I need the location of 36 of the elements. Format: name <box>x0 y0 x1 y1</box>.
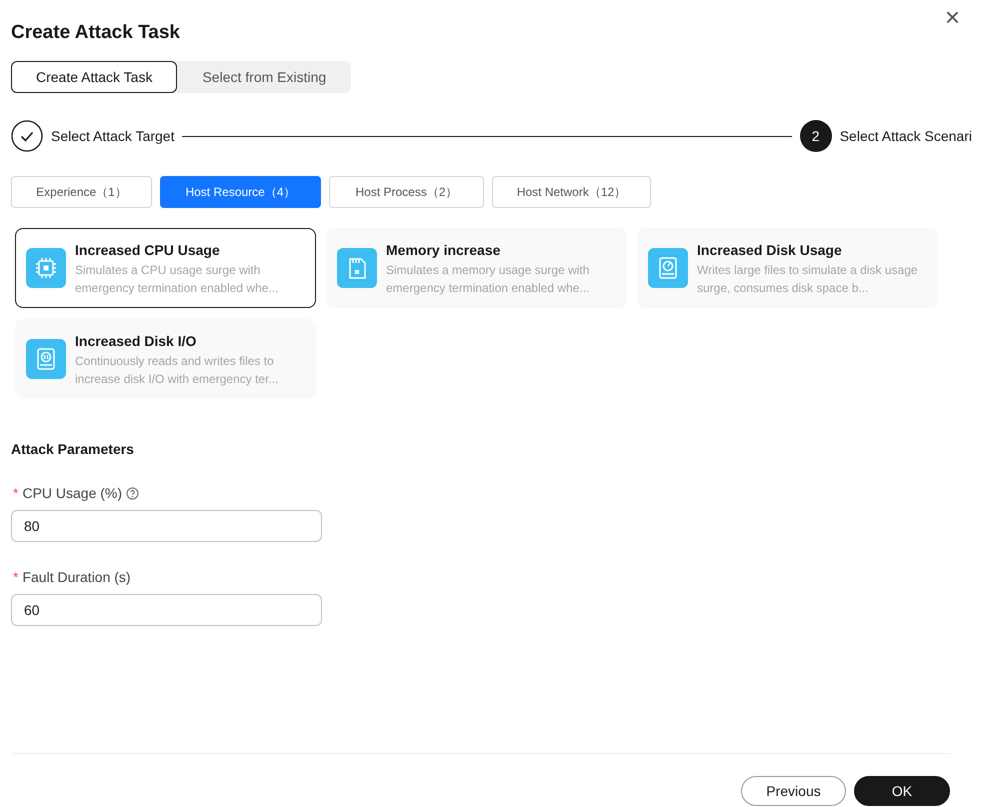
scenario-description: Simulates a CPU usage surge with emergency termination enabled whe... <box>75 262 280 297</box>
ok-button[interactable]: OK <box>854 776 950 806</box>
required-asterisk: * <box>13 485 18 501</box>
field-label: Fault Duration (s) <box>22 569 131 585</box>
section-title: Attack Parameters <box>11 441 134 457</box>
input-field[interactable]: 60 <box>11 594 322 626</box>
scenario-description: Continuously reads and writes files to increase disk I/O with emergency ter... <box>75 353 280 388</box>
scenario-title: Memory increase <box>386 242 502 258</box>
step-label: Select Attack Scenari <box>840 128 972 144</box>
scenario-title: Increased Disk I/O <box>75 333 198 349</box>
mode-tab[interactable]: Create Attack Task <box>11 61 178 93</box>
field-label: CPU Usage (%) <box>22 485 122 501</box>
scenario-card[interactable]: Memory increase Simulates a memory usage surge with emergency termination enabled whe... <box>326 228 627 308</box>
step-number: 2 <box>800 120 832 152</box>
previous-button[interactable]: Previous <box>741 776 846 806</box>
scenario-title: Increased Disk Usage <box>697 242 843 258</box>
required-asterisk: * <box>13 569 18 585</box>
step-label: Select Attack Target <box>51 128 174 144</box>
mode-tab[interactable]: Select from Existing <box>177 61 352 93</box>
scenario-description: Writes large files to simulate a disk usage surge, consumes disk space b... <box>697 262 919 297</box>
scenario-description: Simulates a memory usage surge with emergency termination enabled whe... <box>386 262 590 297</box>
dialog-title: Create Attack Task <box>11 21 180 45</box>
memory-card-icon <box>337 248 377 288</box>
scenario-card[interactable]: Increased CPU Usage Simulates a CPU usage surge with emergency termination enabled whe... <box>15 228 316 308</box>
scenario-card[interactable]: Increased Disk Usage Writes large files to simulate a disk usage surge, consumes disk space b... <box>637 228 938 308</box>
scenario-card[interactable]: Increased Disk I/O Continuously reads and writes files to increase disk I/O with emergency ter... <box>15 319 316 399</box>
category-tab[interactable]: Host Network（12） <box>492 176 651 208</box>
category-tab[interactable]: Host Resource（4） <box>160 176 321 208</box>
category-tab[interactable]: Experience（1） <box>11 176 152 208</box>
help-icon[interactable] <box>126 486 140 500</box>
category-tab[interactable]: Host Process（2） <box>329 176 484 208</box>
close-button[interactable]: × <box>940 4 964 30</box>
disk-io-icon <box>26 339 66 379</box>
chip-icon <box>26 248 66 288</box>
input-field[interactable]: 80 <box>11 510 322 542</box>
scenario-title: Increased CPU Usage <box>75 242 221 258</box>
